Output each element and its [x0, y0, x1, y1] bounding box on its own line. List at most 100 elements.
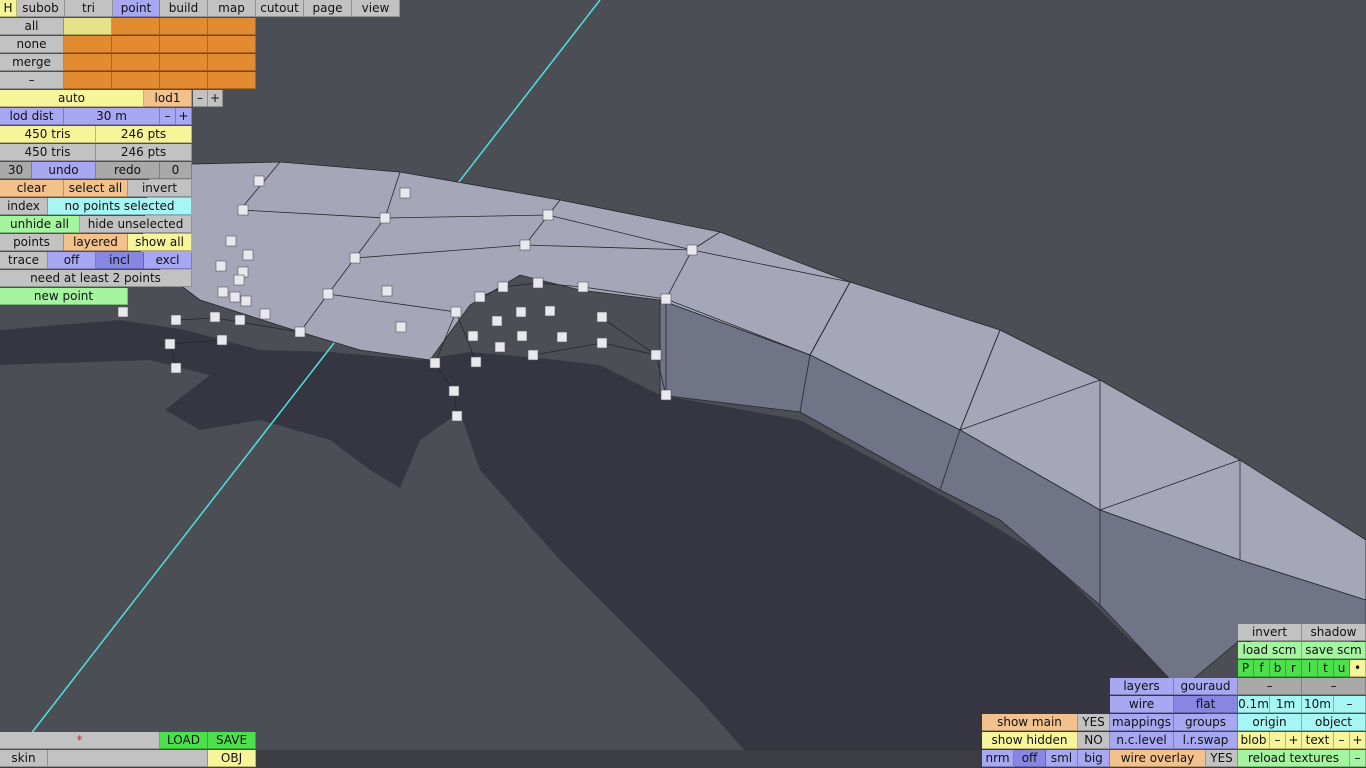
- trace-excl-button[interactable]: excl: [144, 252, 192, 269]
- text-button[interactable]: text: [1302, 732, 1334, 749]
- reload-textures-button[interactable]: reload textures: [1238, 750, 1350, 767]
- grid-0-1m-button[interactable]: 0.1m: [1238, 696, 1270, 713]
- trace-button[interactable]: trace: [0, 252, 48, 269]
- big-button[interactable]: big: [1078, 750, 1110, 767]
- lod-dist-minus-button[interactable]: –: [160, 108, 176, 125]
- obj-button[interactable]: OBJ: [208, 750, 256, 767]
- undo-button[interactable]: undo: [32, 162, 96, 179]
- index-button[interactable]: index: [0, 198, 48, 215]
- origin-button[interactable]: origin: [1238, 714, 1302, 731]
- flag-u[interactable]: u: [1334, 660, 1350, 677]
- selection-slot[interactable]: [112, 36, 160, 53]
- tab-cutout[interactable]: cutout: [256, 0, 304, 17]
- wire-button[interactable]: wire: [1110, 696, 1174, 713]
- flag-dot[interactable]: •: [1350, 660, 1366, 677]
- wire-overlay-button[interactable]: wire overlay: [1110, 750, 1206, 767]
- selection-slot[interactable]: [112, 54, 160, 71]
- mappings-button[interactable]: mappings: [1110, 714, 1174, 731]
- selection-slot[interactable]: [64, 36, 112, 53]
- text-minus-button[interactable]: –: [1334, 732, 1350, 749]
- new-point-button[interactable]: new point: [0, 288, 128, 305]
- redo-button[interactable]: redo: [96, 162, 160, 179]
- dash-button[interactable]: –: [0, 72, 64, 89]
- dash-button-2[interactable]: –: [1302, 678, 1366, 695]
- dash-button-1[interactable]: –: [1238, 678, 1302, 695]
- load-scm-button[interactable]: load scm: [1238, 642, 1302, 659]
- selection-slot[interactable]: [64, 18, 112, 35]
- invert-selection-button[interactable]: invert: [128, 180, 192, 197]
- flag-l[interactable]: l: [1302, 660, 1318, 677]
- nrm-button[interactable]: nrm: [982, 750, 1014, 767]
- selection-slot[interactable]: [160, 36, 208, 53]
- trace-off-button[interactable]: off: [48, 252, 96, 269]
- nc-level-button[interactable]: n.c.level: [1110, 732, 1174, 749]
- layers-button[interactable]: layers: [1110, 678, 1174, 695]
- unhide-all-button[interactable]: unhide all: [0, 216, 80, 233]
- selection-slot[interactable]: [112, 18, 160, 35]
- gouraud-button[interactable]: gouraud: [1174, 678, 1238, 695]
- tab-page[interactable]: page: [304, 0, 352, 17]
- selection-slot[interactable]: [160, 54, 208, 71]
- selection-slot[interactable]: [208, 54, 256, 71]
- layered-button[interactable]: layered: [64, 234, 128, 251]
- shadow-button[interactable]: shadow: [1302, 624, 1366, 641]
- selection-slot[interactable]: [112, 72, 160, 89]
- selection-slot[interactable]: [208, 36, 256, 53]
- show-hidden-button[interactable]: show hidden: [982, 732, 1078, 749]
- tab-point[interactable]: point: [113, 0, 160, 17]
- clear-button[interactable]: clear: [0, 180, 64, 197]
- tab-subob[interactable]: subob: [17, 0, 65, 17]
- hide-unselected-button[interactable]: hide unselected: [80, 216, 192, 233]
- filename-field[interactable]: *: [0, 732, 160, 749]
- load-button[interactable]: LOAD: [160, 732, 208, 749]
- view-invert-button[interactable]: invert: [1238, 624, 1302, 641]
- flat-button[interactable]: flat: [1174, 696, 1238, 713]
- tab-tri[interactable]: tri: [65, 0, 113, 17]
- flag-r[interactable]: r: [1286, 660, 1302, 677]
- skin-button[interactable]: skin: [0, 750, 48, 767]
- reload-dash-button[interactable]: –: [1350, 750, 1366, 767]
- lod-level-button[interactable]: lod1: [144, 90, 192, 107]
- show-main-button[interactable]: show main: [982, 714, 1078, 731]
- tab-view[interactable]: view: [352, 0, 400, 17]
- tab-build[interactable]: build: [160, 0, 208, 17]
- select-all-button[interactable]: all: [0, 18, 64, 35]
- grid-10m-button[interactable]: 10m: [1302, 696, 1334, 713]
- sml-button[interactable]: sml: [1046, 750, 1078, 767]
- save-scm-button[interactable]: save scm: [1302, 642, 1366, 659]
- groups-button[interactable]: groups: [1174, 714, 1238, 731]
- lod-dist-value[interactable]: 30 m: [64, 108, 160, 125]
- 3d-viewport[interactable]: [0, 0, 1366, 768]
- text-plus-button[interactable]: +: [1350, 732, 1366, 749]
- blob-button[interactable]: blob: [1238, 732, 1270, 749]
- help-button[interactable]: H: [0, 0, 17, 17]
- selection-slot[interactable]: [208, 72, 256, 89]
- blob-plus-button[interactable]: +: [1286, 732, 1302, 749]
- lod-dist-plus-button[interactable]: +: [176, 108, 192, 125]
- grid-dash-button[interactable]: –: [1334, 696, 1366, 713]
- trace-incl-button[interactable]: incl: [96, 252, 144, 269]
- wire-overlay-value[interactable]: YES: [1206, 750, 1238, 767]
- tab-map[interactable]: map: [208, 0, 256, 17]
- object-button[interactable]: object: [1302, 714, 1366, 731]
- show-main-value[interactable]: YES: [1078, 714, 1110, 731]
- lod-auto-button[interactable]: auto: [0, 90, 144, 107]
- show-hidden-value[interactable]: NO: [1078, 732, 1110, 749]
- save-button[interactable]: SAVE: [208, 732, 256, 749]
- lr-swap-button[interactable]: l.r.swap: [1174, 732, 1238, 749]
- lod-plus-button[interactable]: +: [208, 90, 223, 107]
- selection-slot[interactable]: [208, 18, 256, 35]
- show-all-button[interactable]: show all: [128, 234, 192, 251]
- selection-slot[interactable]: [160, 18, 208, 35]
- skin-field[interactable]: [48, 750, 208, 767]
- blob-minus-button[interactable]: –: [1270, 732, 1286, 749]
- lod-minus-button[interactable]: –: [193, 90, 208, 107]
- flag-f[interactable]: f: [1254, 660, 1270, 677]
- selection-slot[interactable]: [160, 72, 208, 89]
- merge-button[interactable]: merge: [0, 54, 64, 71]
- flag-t[interactable]: t: [1318, 660, 1334, 677]
- select-all-points-button[interactable]: select all: [64, 180, 128, 197]
- selection-slot[interactable]: [64, 54, 112, 71]
- select-none-button[interactable]: none: [0, 36, 64, 53]
- grid-1m-button[interactable]: 1m: [1270, 696, 1302, 713]
